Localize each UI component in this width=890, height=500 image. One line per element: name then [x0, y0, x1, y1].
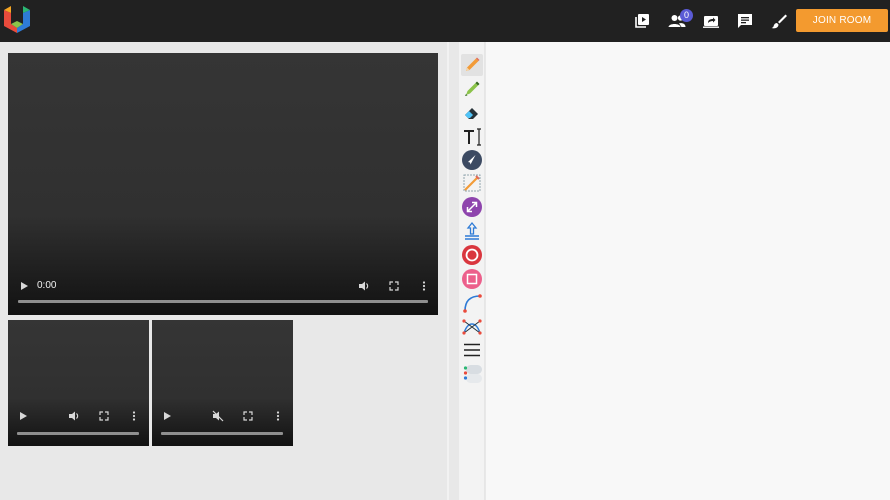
playlist-play-icon[interactable] [633, 11, 653, 31]
video-progress-bar[interactable] [18, 300, 428, 303]
arrow-tool-icon[interactable] [461, 196, 483, 218]
video-time: 0:00 [37, 280, 57, 291]
eraser-tool-icon[interactable] [461, 102, 483, 124]
app-logo[interactable] [2, 4, 32, 34]
muted-volume-icon[interactable] [212, 410, 224, 422]
video-progress-bar[interactable] [161, 432, 283, 435]
participant-video-2[interactable] [152, 320, 293, 446]
more-options-icon[interactable] [272, 410, 284, 422]
highlighter-tool-icon[interactable] [461, 78, 483, 100]
main-video-player[interactable]: 0:00 [8, 53, 438, 315]
color-palette-tool-icon[interactable] [461, 362, 483, 384]
circle-tool-icon[interactable] [461, 244, 483, 266]
fullscreen-icon[interactable] [242, 410, 254, 422]
curve-tool-icon[interactable] [461, 292, 483, 314]
participant-video-1[interactable] [8, 320, 149, 446]
more-options-icon[interactable] [128, 410, 140, 422]
video-progress-bar[interactable] [17, 432, 139, 435]
more-options-icon[interactable] [418, 280, 430, 292]
volume-icon[interactable] [358, 280, 370, 292]
rectangle-tool-icon[interactable] [461, 268, 483, 290]
chat-icon[interactable] [735, 11, 755, 31]
brush-icon[interactable] [769, 11, 789, 31]
panel-divider[interactable] [447, 42, 449, 500]
text-tool-icon[interactable] [461, 126, 483, 148]
play-icon[interactable] [161, 410, 173, 422]
join-room-button[interactable]: JOIN ROOM [796, 9, 888, 32]
fullscreen-icon[interactable] [98, 410, 110, 422]
fullscreen-icon[interactable] [388, 280, 400, 292]
screen-share-icon[interactable] [701, 11, 721, 31]
pointer-tool-icon[interactable] [461, 149, 483, 171]
whiteboard-canvas[interactable] [486, 42, 890, 500]
pencil-tool-icon[interactable] [461, 54, 483, 76]
top-bar: 0 JOIN ROOM [0, 0, 890, 42]
bezier-tool-icon[interactable] [461, 316, 483, 338]
line-width-tool-icon[interactable] [461, 339, 483, 361]
upload-tool-icon[interactable] [461, 220, 483, 242]
participants-badge: 0 [680, 9, 693, 22]
play-icon[interactable] [18, 280, 30, 292]
line-tool-icon[interactable] [461, 172, 483, 194]
play-icon[interactable] [17, 410, 29, 422]
volume-icon[interactable] [68, 410, 80, 422]
